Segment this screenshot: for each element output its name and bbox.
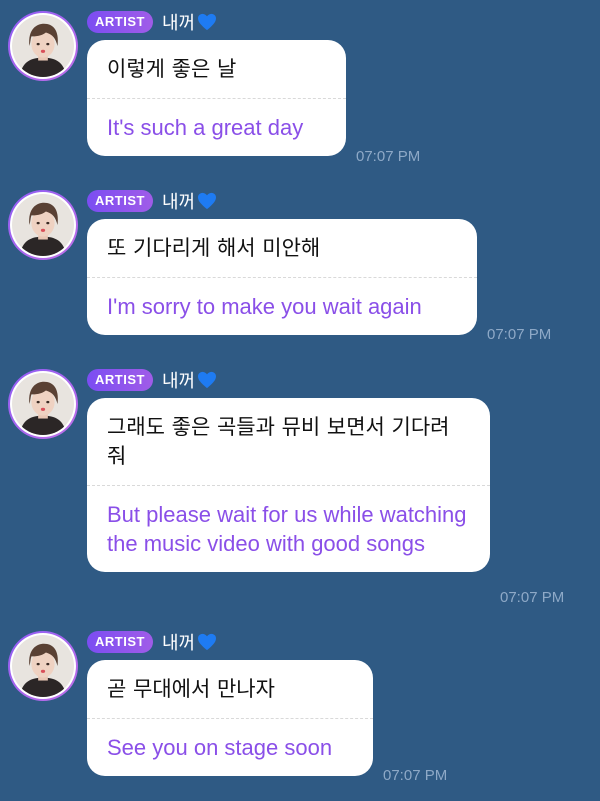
avatar-photo-icon (12, 15, 74, 77)
timestamp: 07:07 PM (356, 148, 421, 165)
chat-message: ARTIST 내꺼 또 기다리게 해서 미안해 I'm sorry to mak… (0, 179, 600, 354)
message-header: ARTIST 내꺼 (87, 368, 217, 392)
english-translation: It's such a great day (107, 115, 304, 140)
korean-text: 그래도 좋은 곡들과 뮤비 보면서 기다려 줘 (87, 398, 490, 486)
chat-message: ARTIST 내꺼 그래도 좋은 곡들과 뮤비 보면서 기다려 줘 But pl… (0, 358, 600, 616)
message-header: ARTIST 내꺼 (87, 189, 217, 213)
chat-message: ARTIST 내꺼 곧 무대에서 만나자 See you on stage so… (0, 620, 600, 801)
message-bubble[interactable]: 그래도 좋은 곡들과 뮤비 보면서 기다려 줘 But please wait … (87, 398, 490, 572)
avatar-photo-icon (12, 373, 74, 435)
korean-text: 이렇게 좋은 날 (87, 40, 346, 99)
sender-name: 내꺼 (161, 192, 196, 213)
blue-heart-icon (198, 371, 217, 389)
artist-avatar[interactable] (8, 190, 78, 260)
blue-heart-icon (198, 633, 217, 651)
timestamp: 07:07 PM (487, 326, 552, 343)
korean-text: 또 기다리게 해서 미안해 (87, 219, 477, 278)
artist-badge: ARTIST (87, 369, 153, 391)
chat-message: ARTIST 내꺼 이렇게 좋은 날 It's such a great day… (0, 0, 600, 175)
korean-text: 곧 무대에서 만나자 (87, 660, 373, 719)
blue-heart-icon (198, 13, 217, 31)
artist-badge: ARTIST (87, 190, 153, 212)
artist-badge: ARTIST (87, 11, 153, 33)
artist-avatar[interactable] (8, 631, 78, 701)
message-bubble[interactable]: 또 기다리게 해서 미안해 I'm sorry to make you wait… (87, 219, 477, 335)
timestamp: 07:07 PM (383, 767, 448, 784)
artist-avatar[interactable] (8, 11, 78, 81)
message-header: ARTIST 내꺼 (87, 630, 217, 654)
sender-name: 내꺼 (161, 633, 196, 654)
english-translation: See you on stage soon (107, 735, 333, 760)
avatar-photo-icon (12, 635, 74, 697)
message-bubble[interactable]: 곧 무대에서 만나자 See you on stage soon (87, 660, 373, 776)
english-translation: But please wait for us while watching th… (107, 502, 467, 556)
timestamp: 07:07 PM (500, 589, 565, 606)
message-header: ARTIST 내꺼 (87, 10, 217, 34)
artist-badge: ARTIST (87, 631, 153, 653)
message-bubble[interactable]: 이렇게 좋은 날 It's such a great day (87, 40, 346, 156)
artist-avatar[interactable] (8, 369, 78, 439)
sender-name: 내꺼 (161, 371, 196, 392)
english-translation: I'm sorry to make you wait again (107, 294, 422, 319)
avatar-photo-icon (12, 194, 74, 256)
sender-name: 내꺼 (161, 13, 196, 34)
blue-heart-icon (198, 192, 217, 210)
